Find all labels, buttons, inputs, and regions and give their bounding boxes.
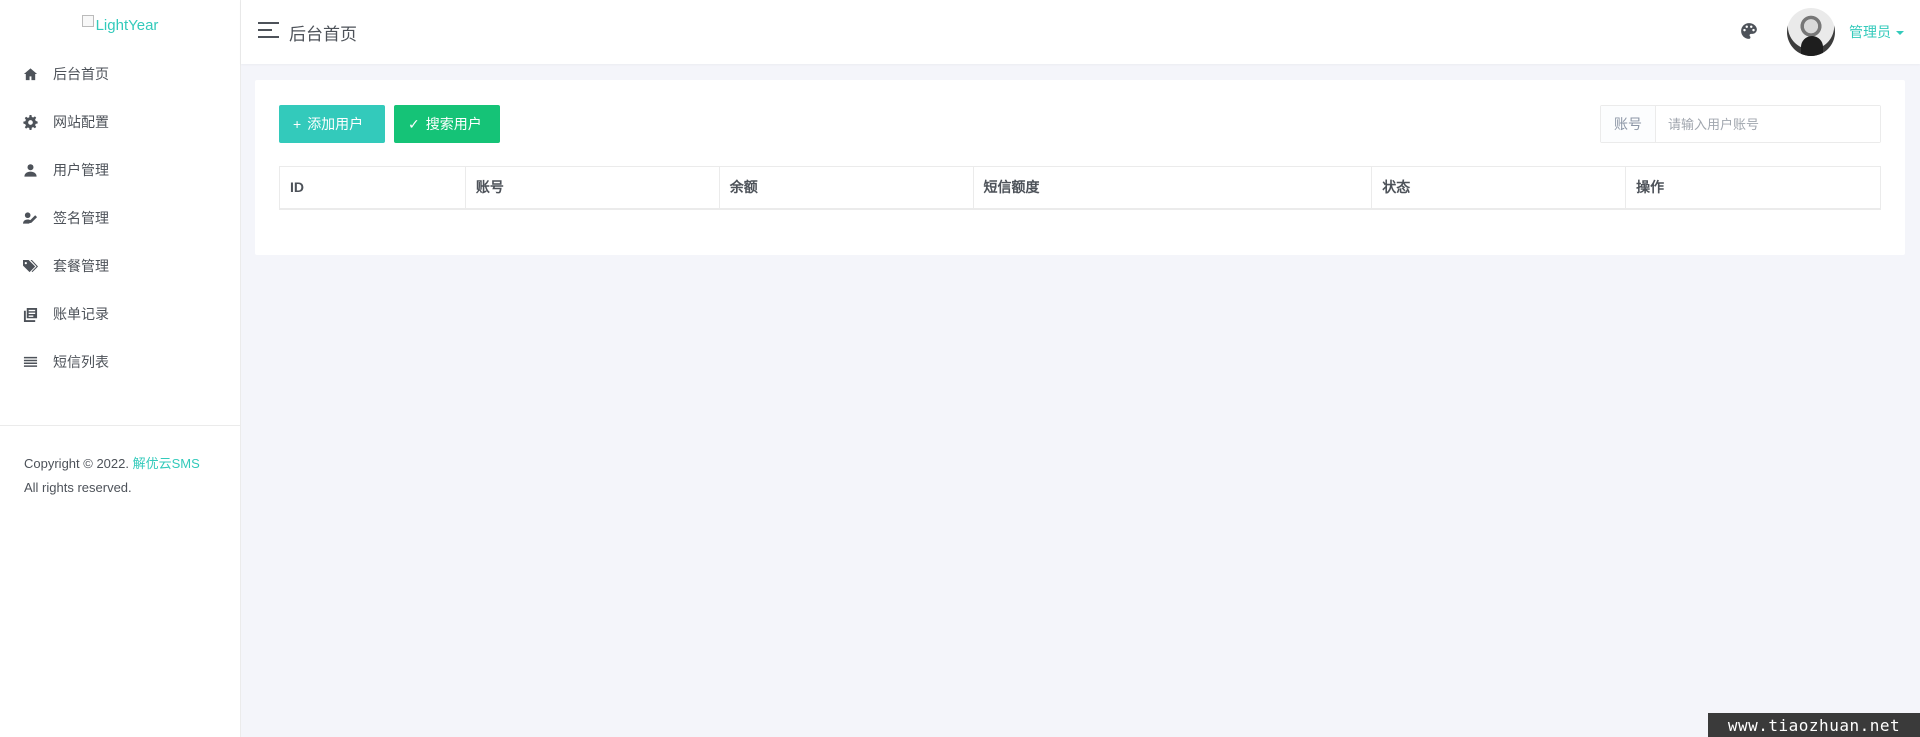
avatar[interactable] <box>1787 8 1835 56</box>
add-user-label: 添加用户 <box>307 116 364 132</box>
column-header-actions[interactable]: 操作 <box>1625 166 1881 210</box>
sidebar-item-label: 网站配置 <box>53 114 109 130</box>
copyright-link[interactable]: 解优云SMS <box>133 456 200 471</box>
user-icon <box>22 162 38 178</box>
page-title: 后台首页 <box>289 25 357 44</box>
logo[interactable]: LightYear <box>0 0 240 50</box>
rights-text: All rights reserved. <box>24 480 132 495</box>
sidebar-item-site-config[interactable]: 网站配置 <box>0 98 240 146</box>
search-user-label: 搜索用户 <box>425 116 482 132</box>
add-user-button[interactable]: + 添加用户 <box>279 105 385 143</box>
user-table: ID 账号 余额 短信额度 状态 操作 <box>279 166 1881 210</box>
sidebar-item-packages[interactable]: 套餐管理 <box>0 242 240 290</box>
account-search-group: 账号 <box>1600 105 1881 143</box>
menu-toggle-icon[interactable] <box>258 22 279 38</box>
sidebar-item-signatures[interactable]: 签名管理 <box>0 194 240 242</box>
logo-text: LightYear <box>95 16 159 34</box>
sidebar: LightYear 后台首页 网站配置 用户管理 签名管理 套餐管理 账单记录 … <box>0 0 241 737</box>
sidebar-item-label: 签名管理 <box>53 210 109 226</box>
column-header-id[interactable]: ID <box>279 166 466 210</box>
watermark: www.tiaozhuan.net <box>1708 713 1920 737</box>
sidebar-item-label: 短信列表 <box>53 354 109 370</box>
gear-icon <box>22 114 38 130</box>
sidebar-item-sms-list[interactable]: 短信列表 <box>0 338 240 386</box>
column-header-balance[interactable]: 余额 <box>719 166 974 210</box>
signature-icon <box>22 210 38 226</box>
user-menu[interactable]: 管理员 <box>1849 22 1904 42</box>
sidebar-item-label: 后台首页 <box>53 66 109 82</box>
list-icon <box>22 354 38 370</box>
main-card: + 添加用户 ✓ 搜索用户 账号 ID 账号 余额 短信额度 状态 操作 <box>255 80 1905 255</box>
column-header-account[interactable]: 账号 <box>465 166 720 210</box>
bill-icon <box>22 306 38 322</box>
sidebar-item-bills[interactable]: 账单记录 <box>0 290 240 338</box>
home-icon <box>22 66 38 82</box>
table-header-row: ID 账号 余额 短信额度 状态 操作 <box>279 166 1881 210</box>
account-search-input[interactable] <box>1656 106 1880 142</box>
top-header: 后台首页 管理员 <box>241 0 1920 64</box>
sidebar-item-home[interactable]: 后台首页 <box>0 50 240 98</box>
caret-down-icon <box>1896 31 1904 36</box>
sidebar-item-label: 用户管理 <box>53 162 109 178</box>
sidebar-nav: 后台首页 网站配置 用户管理 签名管理 套餐管理 账单记录 短信列表 <box>0 50 240 386</box>
plus-icon: + <box>293 116 302 132</box>
sidebar-item-users[interactable]: 用户管理 <box>0 146 240 194</box>
account-label: 账号 <box>1601 106 1656 142</box>
tags-icon <box>22 258 38 274</box>
sidebar-item-label: 套餐管理 <box>53 258 109 274</box>
copyright-text: Copyright © 2022. <box>24 456 129 471</box>
broken-image-icon <box>81 15 94 27</box>
column-header-sms-quota[interactable]: 短信额度 <box>973 166 1373 210</box>
search-user-button[interactable]: ✓ 搜索用户 <box>394 105 500 143</box>
column-header-status[interactable]: 状态 <box>1371 166 1627 210</box>
copyright: Copyright © 2022. 解优云SMS All rights rese… <box>0 426 240 500</box>
palette-icon[interactable] <box>1740 22 1760 42</box>
user-name: 管理员 <box>1849 24 1891 40</box>
check-icon: ✓ <box>408 115 420 132</box>
sidebar-item-label: 账单记录 <box>53 306 109 322</box>
